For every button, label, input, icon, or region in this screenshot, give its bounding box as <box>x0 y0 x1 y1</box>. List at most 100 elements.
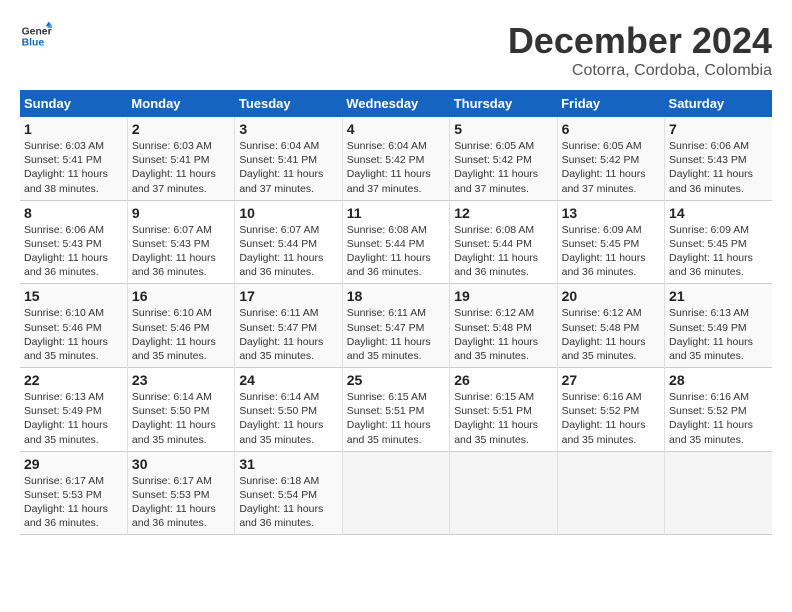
day-number: 8 <box>24 205 123 221</box>
day-number: 25 <box>347 372 445 388</box>
day-number: 5 <box>454 121 552 137</box>
day-info: Sunrise: 6:12 AM Sunset: 5:48 PM Dayligh… <box>454 306 552 363</box>
calendar-week-row: 8Sunrise: 6:06 AM Sunset: 5:43 PM Daylig… <box>20 200 772 284</box>
day-number: 1 <box>24 121 123 137</box>
day-info: Sunrise: 6:14 AM Sunset: 5:50 PM Dayligh… <box>239 390 337 447</box>
calendar-day-cell: 5 Sunrise: 6:05 AM Sunset: 5:42 PM Daylig… <box>450 117 557 200</box>
day-info: Sunrise: 6:15 AM Sunset: 5:51 PM Dayligh… <box>347 390 445 447</box>
day-number: 20 <box>562 288 660 304</box>
day-info: Sunrise: 6:04 AM Sunset: 5:42 PM Dayligh… <box>347 139 445 196</box>
day-number: 15 <box>24 288 123 304</box>
calendar-title: December 2024 <box>508 20 772 62</box>
calendar-day-cell: 6 Sunrise: 6:05 AM Sunset: 5:42 PM Daylig… <box>557 117 664 200</box>
calendar-day-cell: 7Sunrise: 6:06 AM Sunset: 5:43 PM Daylig… <box>665 117 772 200</box>
calendar-day-cell: 3 Sunrise: 6:04 AM Sunset: 5:41 PM Daylig… <box>235 117 342 200</box>
calendar-day-cell: 29 Sunrise: 6:17 AM Sunset: 5:53 PM Dayli… <box>20 451 127 535</box>
calendar-day-cell <box>557 451 664 535</box>
day-number: 24 <box>239 372 337 388</box>
day-number: 6 <box>562 121 660 137</box>
calendar-day-cell <box>342 451 449 535</box>
calendar-week-row: 22 Sunrise: 6:13 AM Sunset: 5:49 PM Dayli… <box>20 368 772 452</box>
day-info: Sunrise: 6:12 AM Sunset: 5:48 PM Dayligh… <box>562 306 660 363</box>
calendar-day-cell: 10Sunrise: 6:07 AM Sunset: 5:44 PM Dayli… <box>235 200 342 284</box>
day-info: Sunrise: 6:09 AM Sunset: 5:45 PM Dayligh… <box>669 223 768 280</box>
day-of-week-header: Thursday <box>450 90 557 117</box>
calendar-day-cell <box>450 451 557 535</box>
day-info: Sunrise: 6:16 AM Sunset: 5:52 PM Dayligh… <box>669 390 768 447</box>
calendar-day-cell: 15 Sunrise: 6:10 AM Sunset: 5:46 PM Dayli… <box>20 284 127 368</box>
day-number: 14 <box>669 205 768 221</box>
calendar-day-cell: 1Sunrise: 6:03 AM Sunset: 5:41 PM Daylig… <box>20 117 127 200</box>
day-number: 31 <box>239 456 337 472</box>
day-number: 4 <box>347 121 445 137</box>
calendar-day-cell: 31 Sunrise: 6:18 AM Sunset: 5:54 PM Dayli… <box>235 451 342 535</box>
calendar-header-row: SundayMondayTuesdayWednesdayThursdayFrid… <box>20 90 772 117</box>
day-of-week-header: Friday <box>557 90 664 117</box>
day-info: Sunrise: 6:05 AM Sunset: 5:42 PM Dayligh… <box>454 139 552 196</box>
logo: General Blue <box>20 20 52 52</box>
calendar-day-cell: 26 Sunrise: 6:15 AM Sunset: 5:51 PM Dayli… <box>450 368 557 452</box>
calendar-day-cell: 11 Sunrise: 6:08 AM Sunset: 5:44 PM Dayli… <box>342 200 449 284</box>
title-block: December 2024 Cotorra, Cordoba, Colombia <box>508 20 772 80</box>
svg-text:Blue: Blue <box>22 38 45 49</box>
calendar-day-cell: 16Sunrise: 6:10 AM Sunset: 5:46 PM Dayli… <box>127 284 234 368</box>
day-number: 30 <box>132 456 230 472</box>
day-info: Sunrise: 6:18 AM Sunset: 5:54 PM Dayligh… <box>239 474 337 531</box>
calendar-day-cell: 24 Sunrise: 6:14 AM Sunset: 5:50 PM Dayli… <box>235 368 342 452</box>
day-number: 10 <box>239 205 337 221</box>
day-number: 29 <box>24 456 123 472</box>
page-header: General Blue December 2024 Cotorra, Cord… <box>20 20 772 80</box>
day-info: Sunrise: 6:07 AM Sunset: 5:43 PM Dayligh… <box>132 223 230 280</box>
calendar-day-cell: 8Sunrise: 6:06 AM Sunset: 5:43 PM Daylig… <box>20 200 127 284</box>
day-info: Sunrise: 6:09 AM Sunset: 5:45 PM Dayligh… <box>562 223 660 280</box>
calendar-day-cell: 17Sunrise: 6:11 AM Sunset: 5:47 PM Dayli… <box>235 284 342 368</box>
calendar-week-row: 15 Sunrise: 6:10 AM Sunset: 5:46 PM Dayli… <box>20 284 772 368</box>
day-number: 28 <box>669 372 768 388</box>
day-info: Sunrise: 6:13 AM Sunset: 5:49 PM Dayligh… <box>669 306 768 363</box>
day-info: Sunrise: 6:10 AM Sunset: 5:46 PM Dayligh… <box>132 306 230 363</box>
calendar-week-row: 29 Sunrise: 6:17 AM Sunset: 5:53 PM Dayli… <box>20 451 772 535</box>
day-info: Sunrise: 6:17 AM Sunset: 5:53 PM Dayligh… <box>24 474 123 531</box>
calendar-day-cell: 13 Sunrise: 6:09 AM Sunset: 5:45 PM Dayli… <box>557 200 664 284</box>
day-of-week-header: Saturday <box>665 90 772 117</box>
calendar-day-cell <box>665 451 772 535</box>
day-number: 3 <box>239 121 337 137</box>
day-info: Sunrise: 6:15 AM Sunset: 5:51 PM Dayligh… <box>454 390 552 447</box>
day-info: Sunrise: 6:04 AM Sunset: 5:41 PM Dayligh… <box>239 139 337 196</box>
calendar-day-cell: 18Sunrise: 6:11 AM Sunset: 5:47 PM Dayli… <box>342 284 449 368</box>
day-number: 2 <box>132 121 230 137</box>
day-number: 19 <box>454 288 552 304</box>
calendar-day-cell: 2 Sunrise: 6:03 AM Sunset: 5:41 PM Daylig… <box>127 117 234 200</box>
day-number: 17 <box>239 288 337 304</box>
day-number: 11 <box>347 205 445 221</box>
day-info: Sunrise: 6:14 AM Sunset: 5:50 PM Dayligh… <box>132 390 230 447</box>
day-number: 27 <box>562 372 660 388</box>
calendar-day-cell: 22 Sunrise: 6:13 AM Sunset: 5:49 PM Dayli… <box>20 368 127 452</box>
calendar-body: 1 Sunrise: 6:03 AM Sunset: 5:41 PM Daylig… <box>20 117 772 535</box>
calendar-day-cell: 20 Sunrise: 6:12 AM Sunset: 5:48 PM Dayli… <box>557 284 664 368</box>
calendar-table: SundayMondayTuesdayWednesdayThursdayFrid… <box>20 90 772 535</box>
day-info: Sunrise: 6:17 AM Sunset: 5:53 PM Dayligh… <box>132 474 230 531</box>
day-info: Sunrise: 6:13 AM Sunset: 5:49 PM Dayligh… <box>24 390 123 447</box>
day-of-week-header: Tuesday <box>235 90 342 117</box>
day-of-week-header: Monday <box>127 90 234 117</box>
day-number: 26 <box>454 372 552 388</box>
calendar-day-cell: 4 Sunrise: 6:04 AM Sunset: 5:42 PM Daylig… <box>342 117 449 200</box>
day-info: Sunrise: 6:16 AM Sunset: 5:52 PM Dayligh… <box>562 390 660 447</box>
day-number: 7 <box>669 121 768 137</box>
day-number: 13 <box>562 205 660 221</box>
calendar-week-row: 1 Sunrise: 6:03 AM Sunset: 5:41 PM Daylig… <box>20 117 772 200</box>
day-info: Sunrise: 6:05 AM Sunset: 5:42 PM Dayligh… <box>562 139 660 196</box>
day-info: Sunrise: 6:08 AM Sunset: 5:44 PM Dayligh… <box>347 223 445 280</box>
day-number: 22 <box>24 372 123 388</box>
day-number: 9 <box>132 205 230 221</box>
calendar-day-cell: 28 Sunrise: 6:16 AM Sunset: 5:52 PM Dayli… <box>665 368 772 452</box>
logo-icon: General Blue <box>20 20 52 52</box>
day-of-week-header: Wednesday <box>342 90 449 117</box>
calendar-day-cell: 23Sunrise: 6:14 AM Sunset: 5:50 PM Dayli… <box>127 368 234 452</box>
day-info: Sunrise: 6:10 AM Sunset: 5:46 PM Dayligh… <box>24 306 123 363</box>
calendar-day-cell: 12Sunrise: 6:08 AM Sunset: 5:44 PM Dayli… <box>450 200 557 284</box>
calendar-day-cell: 21Sunrise: 6:13 AM Sunset: 5:49 PM Dayli… <box>665 284 772 368</box>
day-info: Sunrise: 6:03 AM Sunset: 5:41 PM Dayligh… <box>132 139 230 196</box>
calendar-day-cell: 25 Sunrise: 6:15 AM Sunset: 5:51 PM Dayli… <box>342 368 449 452</box>
